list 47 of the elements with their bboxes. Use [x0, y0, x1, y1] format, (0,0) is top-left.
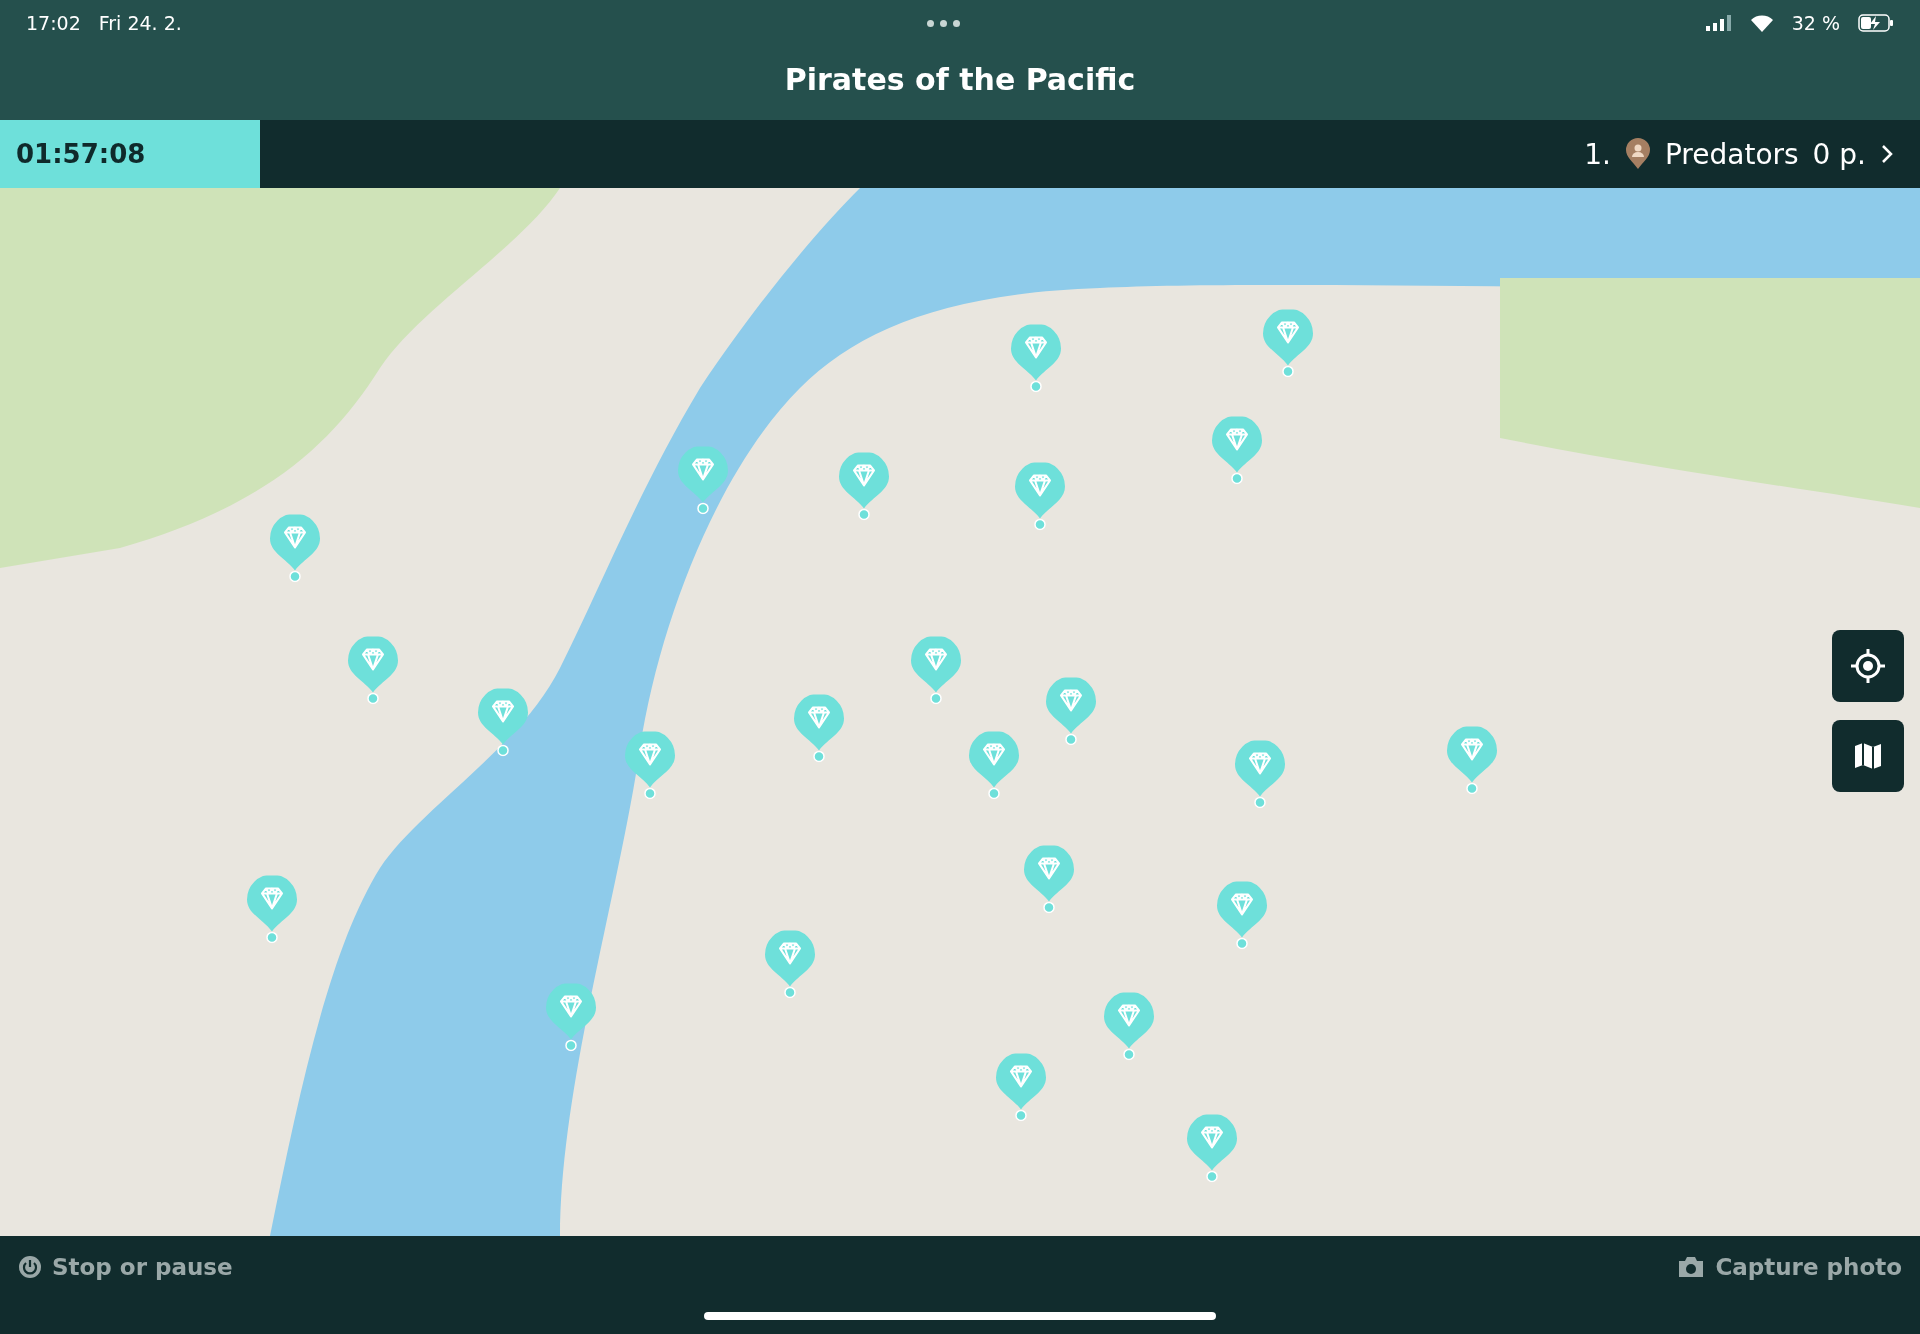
gem-pin-icon[interactable] [1008, 324, 1063, 393]
gem-pin-icon[interactable] [837, 452, 892, 521]
gem-pin-icon[interactable] [1444, 726, 1499, 795]
gem-pin-icon[interactable] [762, 930, 817, 999]
gem-pin-icon[interactable] [792, 694, 847, 763]
battery-charging-icon [1858, 14, 1894, 32]
gem-pin-icon[interactable] [244, 875, 299, 944]
gem-pin-icon[interactable] [623, 731, 678, 800]
team-points: 0 p. [1812, 137, 1866, 171]
gem-pin-icon[interactable] [967, 731, 1022, 800]
countdown-timer: 01:57:08 [0, 120, 260, 188]
gem-pin-icon[interactable] [1261, 309, 1316, 378]
gem-pin-icon[interactable] [1044, 677, 1099, 746]
status-time: 17:02 [26, 12, 81, 34]
wifi-icon [1749, 14, 1774, 32]
gem-pin-icon[interactable] [543, 983, 598, 1052]
team-rank: 1. [1584, 137, 1611, 171]
capture-photo-button[interactable]: Capture photo [1677, 1254, 1902, 1280]
map-layers-button[interactable] [1832, 720, 1904, 792]
chevron-right-icon[interactable] [1880, 143, 1894, 165]
game-title: Pirates of the Pacific [784, 61, 1136, 97]
locate-button[interactable] [1832, 630, 1904, 702]
team-pin-icon [1624, 138, 1651, 170]
camera-icon [1677, 1255, 1706, 1279]
battery-percent: 32 % [1791, 12, 1840, 34]
gem-pin-icon[interactable] [346, 636, 401, 705]
signal-icon [1705, 15, 1732, 31]
gem-pin-icon[interactable] [1233, 740, 1287, 809]
power-icon [18, 1255, 42, 1279]
team-name[interactable]: Predators [1664, 137, 1799, 171]
gem-pin-icon[interactable] [1101, 992, 1156, 1061]
gem-pin-icon[interactable] [994, 1053, 1049, 1122]
gem-pin-icon[interactable] [675, 446, 730, 515]
crosshair-icon [1850, 648, 1886, 684]
gem-pin-icon[interactable] [1214, 881, 1269, 950]
gem-pin-icon[interactable] [1012, 462, 1067, 531]
gem-pin-icon[interactable] [1185, 1114, 1240, 1183]
gem-pin-icon[interactable] [476, 688, 531, 757]
multitasking-dots-icon[interactable] [927, 19, 961, 27]
map-icon [1852, 740, 1884, 772]
status-date: Fri 24. 2. [98, 12, 182, 34]
gem-pin-icon[interactable] [268, 514, 323, 583]
gem-pin-icon[interactable] [908, 636, 963, 705]
gem-pin-icon[interactable] [1209, 416, 1264, 484]
stop-or-pause-button[interactable]: Stop or pause [18, 1254, 233, 1280]
home-indicator[interactable] [704, 1312, 1216, 1320]
gem-pin-icon[interactable] [1022, 845, 1077, 914]
